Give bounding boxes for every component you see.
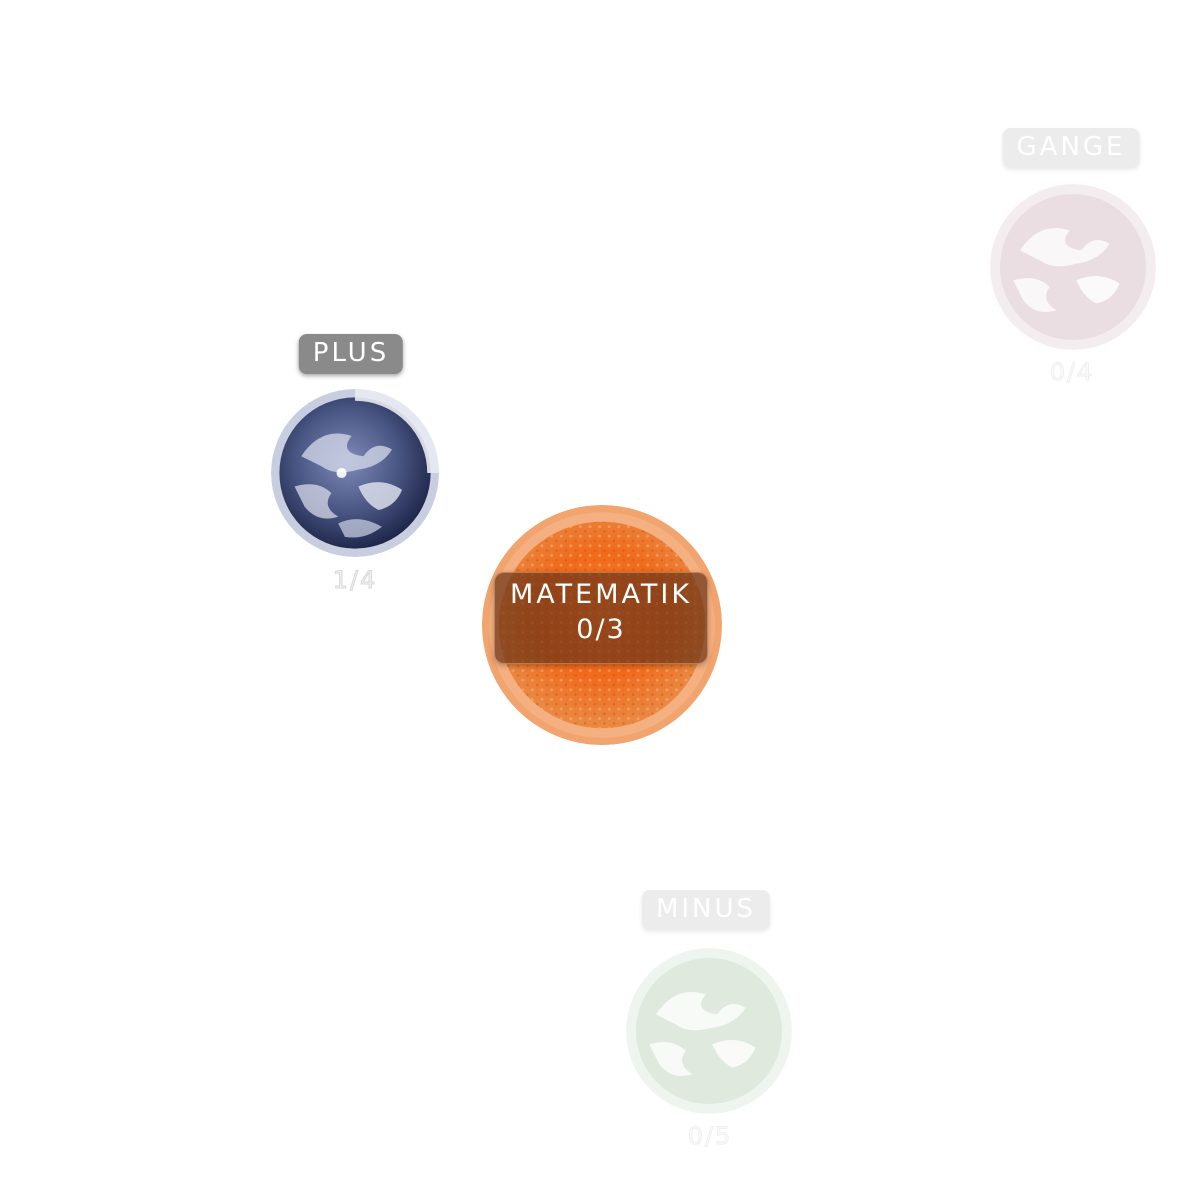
plus-topic-progress: 1/4 (332, 566, 378, 595)
plus-topic-label[interactable]: PLUS (298, 334, 404, 374)
minus-topic-progress: 0/5 (687, 1122, 733, 1151)
matematik-panel[interactable]: MATEMATIK 0/3 (494, 572, 708, 664)
solar-system-map: PLUS 1/4 GANGE 0/4 MINUS 0/5 MATEMATIK 0… (0, 0, 1200, 1200)
earth-planet-icon[interactable] (271, 389, 439, 557)
green-planet-icon (626, 948, 792, 1114)
gange-topic-progress: 0/4 (1049, 358, 1095, 387)
minus-planet-graphic (626, 948, 792, 1114)
pink-planet-icon (990, 184, 1156, 350)
matematik-title: MATEMATIK (509, 579, 693, 610)
matematik-progress: 0/3 (576, 614, 626, 645)
gange-planet-graphic (990, 184, 1156, 350)
plus-planet-graphic (271, 389, 439, 557)
minus-topic-label: MINUS (641, 890, 771, 930)
gange-topic-label: GANGE (1002, 128, 1140, 168)
